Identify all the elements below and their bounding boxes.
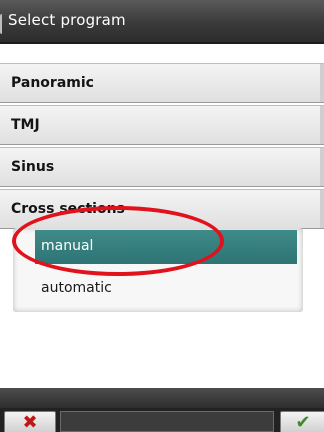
item-edge: [320, 106, 324, 144]
program-item-tmj[interactable]: TMJ: [0, 105, 324, 145]
program-item-label: TMJ: [11, 117, 40, 133]
submenu-item-label: automatic: [41, 280, 112, 296]
program-list: Panoramic TMJ Sinus Cross sections: [0, 63, 324, 229]
highlight-annotation-ellipse: [12, 206, 224, 276]
page-title: Select program: [8, 11, 126, 29]
program-item-label: Panoramic: [11, 75, 94, 91]
confirm-button[interactable]: ✔: [280, 411, 324, 432]
item-edge: [320, 64, 324, 102]
status-field: [60, 411, 274, 432]
program-select-screen: Select program Panoramic TMJ Sinus Cross…: [0, 0, 324, 432]
close-icon: ✖: [22, 412, 38, 432]
program-item-sinus[interactable]: Sinus: [0, 147, 324, 187]
program-item-panoramic[interactable]: Panoramic: [0, 63, 324, 103]
footer-band: [0, 388, 324, 408]
cancel-button[interactable]: ✖: [4, 411, 56, 432]
item-edge: [320, 190, 324, 228]
title-bar-edge: [0, 14, 5, 34]
title-bar: Select program: [0, 0, 324, 44]
program-item-label: Sinus: [11, 159, 55, 175]
submenu-item-automatic[interactable]: automatic: [35, 272, 297, 306]
checkmark-icon: ✔: [295, 412, 311, 432]
item-edge: [320, 148, 324, 186]
